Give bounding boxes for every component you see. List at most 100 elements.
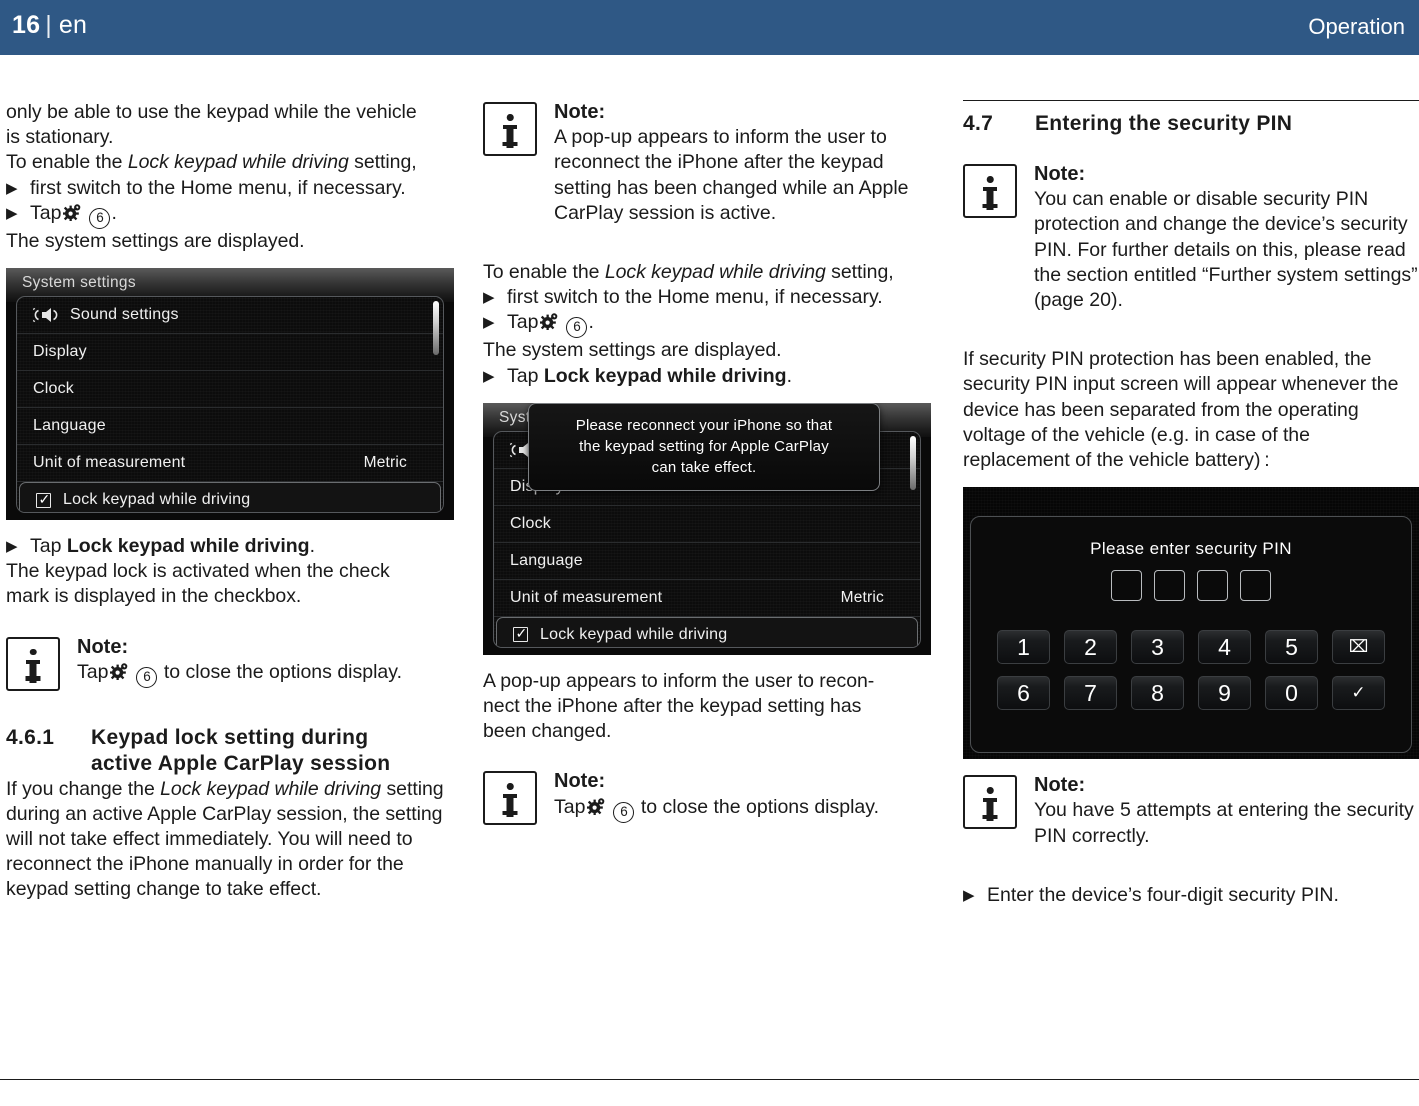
note-text: A pop-up appears to inform the user to r… <box>554 126 909 224</box>
key-1[interactable]: 1 <box>997 630 1050 665</box>
heading-title: Entering the security PIN <box>1035 112 1293 135</box>
pin-digit-box[interactable] <box>1111 570 1142 602</box>
c2-step-3-prefix: Tap <box>507 364 544 387</box>
c3-note-2: Note: You have 5 attempts at entering th… <box>963 773 1419 849</box>
key-8[interactable]: 8 <box>1131 676 1184 711</box>
c1-result-2-line2: mark is displayed in the checkbox. <box>6 585 302 608</box>
key-2[interactable]: 2 <box>1064 630 1117 665</box>
settings-item-unit-of-measurement[interactable]: Unit of measurement Metric <box>17 445 443 483</box>
pin-digit-box[interactable] <box>1154 570 1185 602</box>
c1-paragraph-1: only be able to use the keypad while the… <box>6 100 454 176</box>
key-9[interactable]: 9 <box>1198 676 1251 711</box>
checkbox-checked-icon[interactable]: ✓ <box>36 491 51 508</box>
info-icon <box>483 771 537 826</box>
gear-icon <box>540 312 560 331</box>
c1-p3-prefix: If you change the <box>6 777 161 800</box>
system-settings-screenshot: System settings Sound settings Display C… <box>6 268 454 521</box>
c1-step-1-text: first switch to the Home menu, if necess… <box>30 176 406 199</box>
c2-p1-italic: Lock keypad while driving <box>604 261 826 284</box>
settings-item-sound[interactable]: Sound settings <box>17 297 443 335</box>
key-7[interactable]: 7 <box>1064 676 1117 711</box>
triangle-bullet-icon: ▶ <box>6 538 18 556</box>
pin-prompt: Please enter security PIN <box>1090 539 1292 559</box>
key-4[interactable]: 4 <box>1198 630 1251 665</box>
settings-item-display[interactable]: Display <box>17 334 443 372</box>
screenshot-title: System settings <box>22 274 136 292</box>
heading-number: 4.6.1 <box>6 725 55 749</box>
c2-result-1: The system settings are displayed. <box>483 339 782 362</box>
settings-item-label: Unit of measurement <box>33 454 186 472</box>
callout-number-6: 6 <box>613 801 635 823</box>
callout-number-6: 6 <box>89 207 111 229</box>
settings-item-lock-keypad[interactable]: ✓ Lock keypad while driving <box>496 616 918 647</box>
checkbox-checked-icon[interactable]: ✓ <box>513 626 528 643</box>
reconnect-popup: Please reconnect your iPhone so that the… <box>528 402 880 491</box>
settings-item-label: Clock <box>33 380 75 398</box>
gear-icon <box>110 662 130 680</box>
c1-p1-line2: is stationary. <box>6 126 114 149</box>
list-scrollbar[interactable] <box>433 301 439 356</box>
key-5[interactable]: 5 <box>1265 630 1318 665</box>
settings-item-label: Lock keypad while driving <box>540 625 728 643</box>
settings-item-label: Lock keypad while driving <box>63 491 251 509</box>
note-text: You have 5 attempts at entering the secu… <box>1034 799 1414 847</box>
info-icon <box>6 636 60 691</box>
settings-item-clock[interactable]: Clock <box>17 371 443 409</box>
info-icon <box>483 102 537 156</box>
settings-item-label: Language <box>33 417 106 435</box>
settings-item-lock-keypad[interactable]: ✓ Lock keypad while driving <box>19 482 441 513</box>
settings-item-language[interactable]: Language <box>17 408 443 446</box>
backspace-icon[interactable]: ⌧ <box>1332 630 1385 665</box>
pin-digit-box[interactable] <box>1197 570 1228 602</box>
triangle-bullet-icon: ▶ <box>963 886 975 904</box>
pin-digit-boxes <box>971 570 1411 602</box>
popup-line-2: the keypad setting for Apple CarPlay <box>579 437 829 455</box>
c2-paragraph-1: To enable the Lock keypad while driving … <box>483 260 931 285</box>
language-code: en <box>58 11 88 39</box>
c1-result-1: The system settings are displayed. <box>6 229 305 252</box>
settings-item-value: Metric <box>840 588 884 606</box>
header-section-title: Operation <box>1308 14 1405 39</box>
c2-p1-prefix: To enable the <box>483 261 605 284</box>
page-number: 16 <box>12 11 41 39</box>
manual-page: 16 | en Operation only be able to use th… <box>0 0 1419 1106</box>
gear-icon <box>587 797 607 815</box>
c1-step-3-bold: Lock keypad while driving <box>66 535 310 558</box>
screenshot-title: Syst <box>499 408 531 426</box>
settings-item-unit-of-measurement[interactable]: Unit of measurement Metric <box>494 580 920 617</box>
settings-item-label: Sound settings <box>70 306 179 324</box>
settings-item-value: Metric <box>363 454 407 472</box>
c1-note-1: Note: Tap 6 to close the options display. <box>6 635 454 691</box>
callout-number-6: 6 <box>136 666 158 688</box>
c2-step-3-bold: Lock keypad while driving <box>543 364 787 387</box>
settings-item-clock[interactable]: Clock <box>494 506 920 543</box>
c1-note-1-prefix: Tap <box>77 660 109 683</box>
settings-item-language[interactable]: Language <box>494 543 920 580</box>
c2-note-2: Note: Tap 6 to close the options display. <box>483 769 931 826</box>
callout-number-6: 6 <box>566 317 588 339</box>
keypad-row-2: 6 7 8 9 0 ✓ <box>997 676 1385 711</box>
c2-note-2-suffix: to close the options display. <box>640 795 879 818</box>
c2-result-2-line2: nect the iPhone after the keypad setting… <box>483 695 862 718</box>
c2-result-2-line1: A pop-up appears to inform the user to r… <box>483 669 875 692</box>
pin-digit-box[interactable] <box>1240 570 1271 602</box>
key-3[interactable]: 3 <box>1131 630 1184 665</box>
gear-icon <box>63 203 83 221</box>
c2-step-1-text: first switch to the Home menu, if necess… <box>507 286 883 309</box>
c3-heading-4-7: 4.7 Entering the security PIN <box>963 110 1419 137</box>
popup-line-1: Please reconnect your iPhone so that <box>575 416 833 434</box>
system-settings-popup-screenshot: Syst Please reconnect your iPhone so tha… <box>483 402 931 655</box>
settings-item-label: Unit of measurement <box>510 588 663 606</box>
c1-note-1-suffix: to close the options display. <box>163 660 402 683</box>
note-text: Tap 6 to close the options display. <box>554 795 931 823</box>
c1-step-3-suffix: . <box>309 535 316 558</box>
key-0[interactable]: 0 <box>1265 676 1318 711</box>
header-separator: | <box>45 11 52 39</box>
confirm-check-icon[interactable]: ✓ <box>1332 676 1385 711</box>
info-icon <box>963 775 1017 830</box>
list-scrollbar[interactable] <box>910 435 916 490</box>
column-2: Note: A pop-up appears to inform the use… <box>483 100 931 826</box>
key-6[interactable]: 6 <box>997 676 1050 711</box>
settings-item-label: Display <box>33 343 87 361</box>
c1-p2-suffix: setting, <box>348 151 417 174</box>
